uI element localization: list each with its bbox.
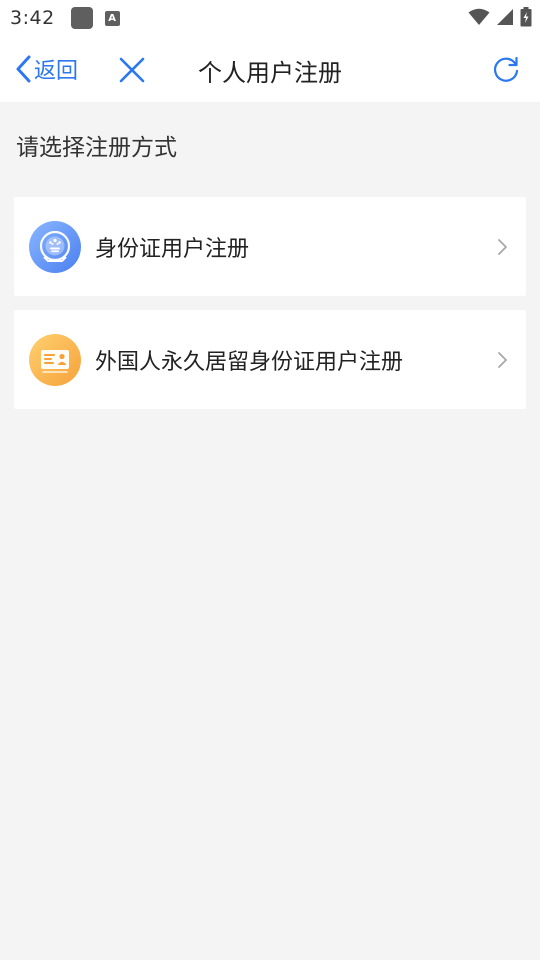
refresh-icon xyxy=(494,56,519,82)
status-indicators xyxy=(468,7,532,27)
wifi-icon xyxy=(468,8,490,25)
status-time: 3:42 xyxy=(10,7,55,29)
nav-bar: 返回 个人用户注册 xyxy=(0,36,540,102)
id-badge-icon xyxy=(29,220,81,273)
battery-icon xyxy=(520,7,532,27)
refresh-button[interactable] xyxy=(492,55,520,83)
option-label: 身份证用户注册 xyxy=(95,236,250,262)
status-bar: 3:42 A xyxy=(0,0,540,36)
text-a-icon: A xyxy=(104,10,120,26)
residence-card-icon xyxy=(29,333,81,386)
option-label: 外国人永久居留身份证用户注册 xyxy=(95,349,404,375)
chevron-right-icon xyxy=(498,238,507,255)
section-label: 请选择注册方式 xyxy=(16,135,177,161)
app-square-icon xyxy=(70,7,93,29)
signal-icon xyxy=(497,9,513,25)
option-foreign-residence-registration[interactable]: 外国人永久居留身份证用户注册 xyxy=(14,310,526,409)
chevron-right-icon xyxy=(498,351,507,368)
option-id-card-registration[interactable]: 身份证用户注册 xyxy=(14,197,526,296)
page-title: 个人用户注册 xyxy=(198,59,342,87)
